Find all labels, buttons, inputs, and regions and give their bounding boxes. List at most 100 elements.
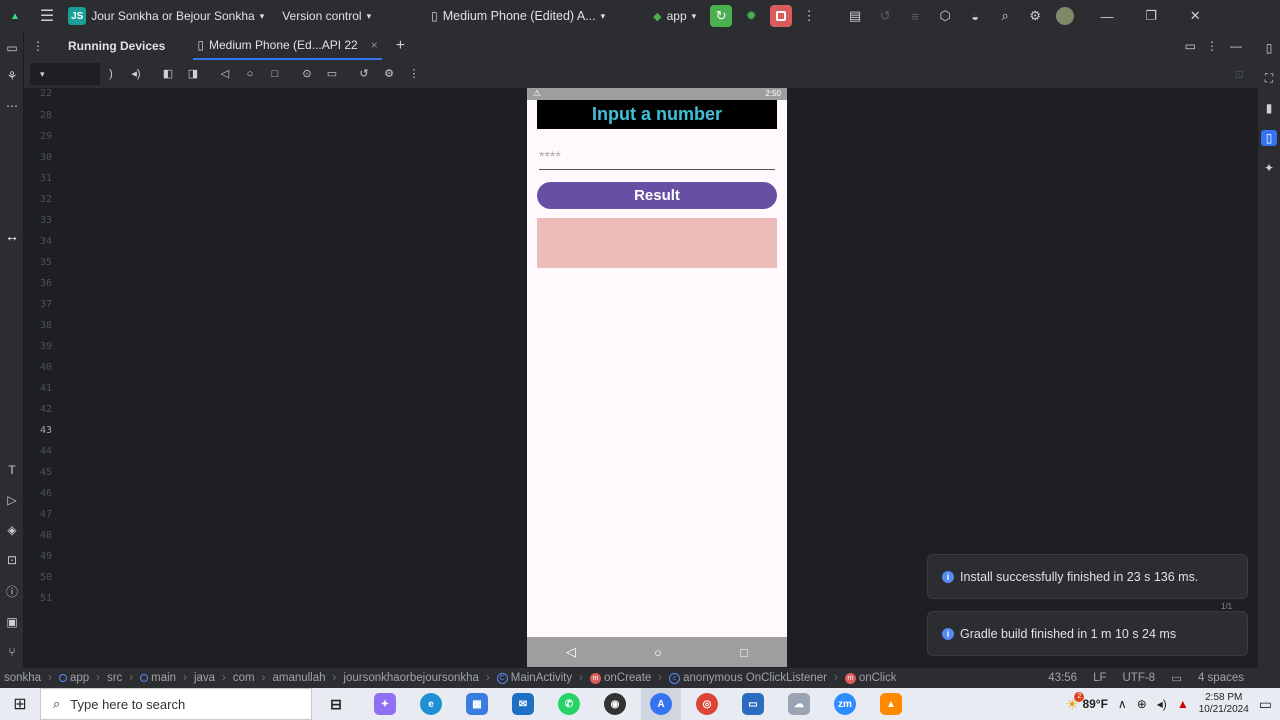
device-selector[interactable]: ▯ Medium Phone (Edited) A... ▾ [431, 9, 605, 23]
run-tool-icon[interactable]: ▷ [4, 492, 20, 508]
chrome-dev-app-icon[interactable]: ◉ [595, 688, 635, 720]
more-tools-icon[interactable]: ⋯ [4, 98, 20, 114]
device-manager-icon[interactable]: ▤ [846, 7, 864, 25]
device-settings-icon[interactable]: ⚙ [382, 67, 396, 81]
breadcrumb-item[interactable]: c anonymous OnClickListener [669, 672, 827, 684]
restore-window-icon[interactable]: ❐ [1142, 7, 1160, 25]
network-icon[interactable]: ⊕ [1137, 697, 1147, 711]
breadcrumb-item[interactable]: com [233, 672, 255, 684]
volume-icon[interactable]: ◂) [1157, 697, 1167, 711]
gradle-icon[interactable]: ⛶ [1261, 70, 1277, 86]
tab-medium-phone[interactable]: ▯ Medium Phone (Ed...API 22 × [193, 32, 382, 60]
profiler-icon[interactable]: ◒ [966, 7, 984, 25]
device-file-icon[interactable]: ▮ [1261, 100, 1277, 116]
notification-center-icon[interactable]: ▭ [1259, 696, 1272, 713]
project-folder-icon[interactable]: ▭ [4, 40, 20, 56]
breadcrumb-item[interactable]: joursonkhaorbejoursonkha [343, 672, 479, 684]
terminal-icon[interactable]: ▣ [4, 614, 20, 630]
device-dropdown[interactable]: ▾ [30, 63, 100, 85]
tab-options-icon[interactable]: ⋮ [1206, 39, 1218, 53]
windows-start-button[interactable]: ⊞ [0, 688, 40, 720]
taskbar-search[interactable]: ⌕ Type here to search [40, 688, 312, 720]
store-app-icon[interactable]: ▦ [457, 688, 497, 720]
build-icon[interactable]: T [4, 462, 20, 478]
version-control-menu[interactable]: Version control ▾ [282, 9, 371, 23]
overview-icon[interactable]: □ [268, 67, 282, 81]
install-notification[interactable]: i Install successfully finished in 23 s … [927, 554, 1248, 599]
screen-record-icon[interactable]: ▭ [325, 67, 339, 81]
gemini-icon[interactable]: ✦ [1261, 160, 1277, 176]
breadcrumb-item[interactable]: m onCreate [589, 672, 651, 684]
cloud-app-icon[interactable]: ☁ [779, 688, 819, 720]
main-menu-icon[interactable]: ☰ [40, 6, 54, 26]
breadcrumb-item[interactable]: C MainActivity [496, 672, 572, 684]
rotate-left-icon[interactable]: ◧ [161, 67, 175, 81]
resize-handle-icon[interactable]: ↔ [4, 228, 20, 244]
more-actions-icon[interactable]: ⋮ [800, 7, 818, 25]
breadcrumb-item[interactable]: java [194, 672, 215, 684]
nav-recents-icon[interactable]: □ [740, 645, 748, 660]
home-icon[interactable]: ○ [243, 67, 257, 81]
zoom-icon[interactable]: ⊡ [1235, 68, 1244, 81]
android-studio-app-icon[interactable]: A [641, 688, 681, 720]
nav-back-icon[interactable]: ◁ [566, 644, 576, 660]
avatar[interactable] [1056, 7, 1075, 25]
caret-position[interactable]: 43:56 [1048, 672, 1077, 684]
nav-home-icon[interactable]: ○ [654, 645, 662, 660]
sync-icon[interactable]: ≡ [906, 7, 924, 25]
problems-icon[interactable]: ⓘ [4, 584, 20, 600]
file-encoding[interactable]: UTF-8 [1123, 672, 1156, 684]
logcat-icon[interactable]: ⊡ [4, 552, 20, 568]
gradle-notification[interactable]: i Gradle build finished in 1 m 10 s 24 m… [927, 611, 1248, 656]
mail-app-icon[interactable]: ✉ [503, 688, 543, 720]
apply-changes-icon[interactable]: ↺ [876, 7, 894, 25]
show-hidden-icons-icon[interactable]: ∧ [1118, 697, 1127, 711]
result-button[interactable]: Result [537, 182, 777, 209]
back-icon[interactable]: ◁ [218, 67, 232, 81]
weather-widget[interactable]: ☀ 2 89°F [1066, 691, 1108, 713]
rerun-button[interactable]: ↻ [710, 5, 733, 27]
chrome-app-icon[interactable]: ◎ [687, 688, 727, 720]
hide-panel-icon[interactable]: — [1230, 39, 1242, 53]
breadcrumb-item[interactable]: src [107, 672, 122, 684]
power-icon[interactable]: ) [104, 67, 118, 81]
stop-button[interactable] [770, 5, 793, 27]
remote-desktop-app-icon[interactable]: ▭ [733, 688, 773, 720]
task-view-button[interactable]: ⊟ [316, 688, 356, 720]
vlc-app-icon[interactable]: ▲ [871, 688, 911, 720]
breadcrumb-item[interactable]: m onClick [844, 672, 897, 684]
edge-app-icon[interactable]: e [411, 688, 451, 720]
readonly-icon[interactable]: ▭ [1171, 671, 1182, 685]
volume-icon[interactable]: ◂) [129, 67, 143, 81]
breadcrumb-item[interactable]: main [140, 672, 176, 684]
settings-gear-icon[interactable]: ⚙ [1026, 7, 1044, 25]
breadcrumb-item[interactable]: sonkha [4, 672, 41, 684]
zoom-app-icon[interactable]: zm [825, 688, 865, 720]
resource-manager-icon[interactable]: ⚘ [4, 68, 20, 84]
running-devices-icon[interactable]: ▯ [1261, 130, 1277, 146]
screenshot-icon[interactable]: ⊙ [300, 67, 314, 81]
app-quality-icon[interactable]: ◈ [4, 522, 20, 538]
toolbar-more-icon[interactable]: ⋮ [407, 67, 421, 81]
indent-setting[interactable]: 4 spaces [1198, 672, 1244, 684]
run-config-selector[interactable]: ◆ app ▾ [653, 9, 696, 23]
antivirus-icon[interactable]: ▲ [1177, 697, 1189, 711]
layout-icon[interactable]: ▭ [1185, 39, 1196, 53]
search-icon[interactable]: ⌕ [996, 7, 1014, 25]
breadcrumb-item[interactable]: app [58, 672, 89, 684]
breadcrumb-item[interactable]: amanullah [272, 672, 325, 684]
options-icon[interactable]: ⋮ [32, 39, 44, 53]
snapshot-icon[interactable]: ↺ [357, 67, 371, 81]
close-tab-icon[interactable]: × [371, 38, 378, 52]
minimize-window-icon[interactable]: — [1098, 7, 1116, 25]
sdk-manager-icon[interactable]: ⬡ [936, 7, 954, 25]
clock[interactable]: 2:58 PM 10/21/2024 [1199, 692, 1249, 716]
rotate-right-icon[interactable]: ◨ [186, 67, 200, 81]
number-input[interactable] [539, 142, 775, 170]
close-window-icon[interactable]: ✕ [1186, 7, 1204, 25]
emulator-screen[interactable]: ⚠ 2:50 Input a number Result ◁ ○ □ [527, 88, 787, 667]
copilot-app-icon[interactable]: ✦ [365, 688, 405, 720]
add-device-icon[interactable]: + [396, 37, 405, 55]
whatsapp-app-icon[interactable]: ✆ [549, 688, 589, 720]
line-separator[interactable]: LF [1093, 672, 1106, 684]
